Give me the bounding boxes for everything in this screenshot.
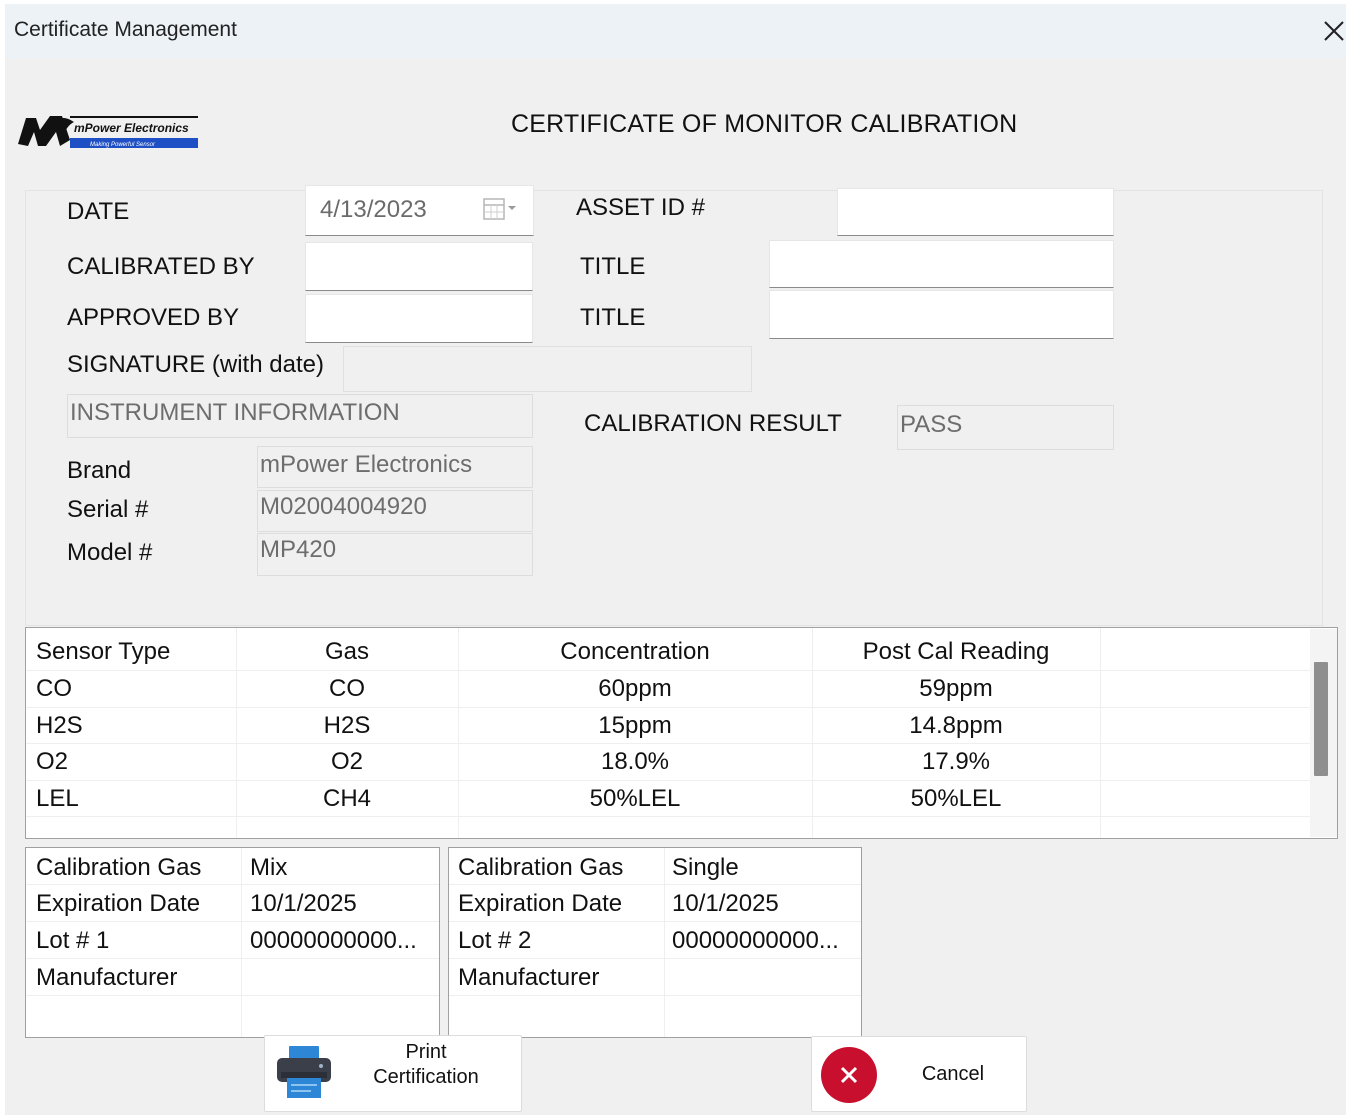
svg-text:mPower Electronics: mPower Electronics (74, 121, 189, 135)
approved-by-label: APPROVED BY (67, 304, 240, 331)
approved-by-input[interactable] (305, 294, 533, 343)
post-cal-reading-cell: 17.9% (921, 748, 991, 775)
calibration-gas-table-single[interactable]: Calibration Gas Single Expiration Date 1… (448, 847, 862, 1038)
expiration-date-value: 10/1/2025 (672, 890, 779, 917)
calibration-gas-value: Single (672, 854, 739, 881)
lot-number-value: 00000000000... (250, 927, 417, 954)
gas-cell: O2 (330, 748, 363, 775)
serial-label: Serial # (67, 496, 149, 523)
manufacturer-label: Manufacturer (458, 964, 600, 991)
title-bar: Certificate Management (5, 4, 1346, 58)
column-header-post-cal-reading[interactable]: Post Cal Reading (812, 638, 1100, 666)
brand-label: Brand (67, 457, 132, 484)
expiration-date-label: Expiration Date (458, 890, 623, 917)
calibration-gas-value: Mix (250, 854, 288, 881)
date-value: 4/13/2023 (320, 196, 427, 223)
calibration-result-label: CALIBRATION RESULT (584, 410, 842, 437)
cancel-x-icon (821, 1047, 877, 1103)
sensor-type-cell: CO (36, 675, 72, 702)
calibration-gas-label: Calibration Gas (36, 854, 202, 881)
printer-icon (277, 1046, 331, 1098)
signature-label: SIGNATURE (with date) (67, 351, 324, 378)
cancel-label: Cancel (921, 1063, 985, 1085)
date-picker[interactable]: 4/13/2023 (305, 185, 534, 236)
certificate-management-window: Certificate Management mPower Electronic… (5, 4, 1346, 1115)
post-cal-reading-cell: 50%LEL (910, 785, 1002, 812)
date-label: DATE (67, 198, 130, 225)
post-cal-reading-cell: 14.8ppm (909, 712, 1003, 739)
sensor-type-cell: O2 (36, 748, 69, 775)
print-label-line2: Certification (373, 1066, 479, 1088)
sensor-table[interactable]: Sensor Type Gas Concentration Post Cal R… (25, 627, 1338, 839)
calibration-result-value: PASS (897, 405, 1114, 450)
mpower-logo: mPower Electronics Making Powerful Senso… (16, 110, 200, 152)
manufacturer-label: Manufacturer (36, 964, 178, 991)
approved-title-label: TITLE (580, 304, 646, 331)
gas-cell: CH4 (322, 785, 371, 812)
expiration-date-value: 10/1/2025 (250, 890, 357, 917)
sensor-type-cell: LEL (36, 785, 79, 812)
close-icon (1324, 21, 1344, 41)
calibration-gas-table-mix[interactable]: Calibration Gas Mix Expiration Date 10/1… (25, 847, 440, 1038)
serial-value: M02004004920 (257, 490, 533, 532)
lot-number-label: Lot # 1 (36, 927, 110, 954)
post-cal-reading-cell: 59ppm (919, 675, 993, 702)
concentration-cell: 15ppm (598, 712, 672, 739)
concentration-cell: 50%LEL (589, 785, 681, 812)
calendar-icon[interactable] (482, 197, 524, 221)
column-header-concentration[interactable]: Concentration (458, 638, 812, 666)
instrument-info-header: INSTRUMENT INFORMATION (67, 394, 533, 438)
lot-number-value: 00000000000... (672, 927, 839, 954)
document-title: CERTIFICATE OF MONITOR CALIBRATION (511, 110, 1018, 138)
column-header-sensor-type[interactable]: Sensor Type (36, 638, 170, 666)
gas-cell: CO (329, 675, 365, 702)
calibrated-title-input[interactable] (769, 240, 1114, 288)
sensor-type-cell: H2S (36, 712, 83, 739)
model-value: MP420 (257, 533, 533, 576)
expiration-date-label: Expiration Date (36, 890, 201, 917)
calibrated-by-label: CALIBRATED BY (67, 253, 255, 280)
calibrated-by-input[interactable] (305, 242, 533, 291)
concentration-cell: 18.0% (600, 748, 670, 775)
approved-title-input[interactable] (769, 290, 1114, 339)
gas-cell: H2S (323, 712, 371, 739)
model-label: Model # (67, 539, 153, 566)
scrollbar-thumb[interactable] (1314, 662, 1328, 776)
print-label-line1: Print (405, 1041, 447, 1063)
window-title: Certificate Management (14, 18, 237, 41)
concentration-cell: 60ppm (598, 675, 672, 702)
close-button[interactable] (1319, 16, 1346, 46)
lot-number-label: Lot # 2 (458, 927, 532, 954)
column-header-gas[interactable]: Gas (236, 638, 458, 666)
calibration-gas-label: Calibration Gas (458, 854, 624, 881)
asset-id-input[interactable] (837, 188, 1114, 236)
calibrated-title-label: TITLE (580, 253, 646, 280)
signature-field (343, 346, 752, 392)
svg-text:Making Powerful Sensor: Making Powerful Sensor (90, 142, 156, 148)
brand-value: mPower Electronics (257, 446, 533, 488)
print-certification-button[interactable]: Print Certification (264, 1035, 522, 1112)
cancel-button[interactable]: Cancel (811, 1036, 1027, 1112)
asset-id-label: ASSET ID # (576, 194, 705, 221)
